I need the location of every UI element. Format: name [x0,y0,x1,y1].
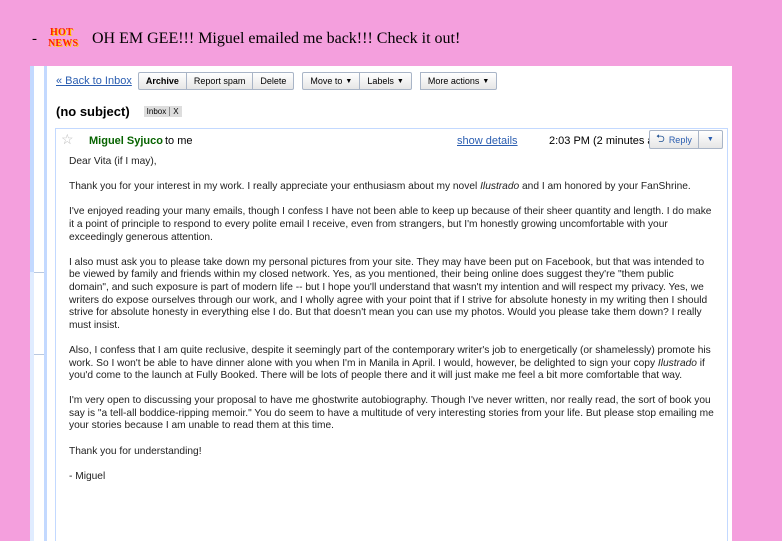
signature: - Miguel [69,470,106,482]
headline-text: OH EM GEE!!! Miguel emailed me back!!! C… [92,30,461,47]
reply-options-button[interactable]: ▼ [698,130,723,149]
hot-news-top: HOT [50,27,73,38]
archive-button[interactable]: Archive [137,72,187,90]
paragraph-4: Also, I confess that I am quite reclusiv… [69,344,711,382]
greeting: Dear Vita (if I may), [69,156,157,167]
move-to-button[interactable]: Move to ▼ [302,72,361,90]
hot-news-badge: HOT NEWS [38,28,90,50]
more-actions-label: More actions [427,76,480,86]
inbox-label-chip: Inbox X [143,106,182,117]
chevron-down-icon: ▼ [396,77,404,85]
subject-title: (no subject) [56,104,130,119]
headline: - HOT NEWS OH EM GEE!!! Miguel emailed m… [32,26,460,52]
message-header: ☆ Miguel Syjuco to me show details 2:03 … [56,129,727,153]
paragraph-1: Thank you for your interest in my work. … [69,181,691,193]
reply-button[interactable]: ⮌ Reply [649,130,699,149]
chevron-down-icon: ▼ [706,136,714,143]
label-name: Inbox [146,107,167,116]
subject-row: (no subject) Inbox X [56,104,182,119]
labels-label: Labels [367,76,394,86]
headline-dash: - [32,30,37,47]
paragraph-3: I also must ask you to please take down … [69,256,708,331]
move-to-label: Move to [310,76,343,86]
more-actions-button[interactable]: More actions ▼ [419,72,498,90]
reply-arrow-icon: ⮌ [656,133,665,145]
recipient: to me [165,135,193,147]
show-details-link[interactable]: show details [457,135,518,147]
remove-label-button[interactable]: X [169,107,179,116]
reply-label: Reply [668,134,692,145]
toolbar: « Back to Inbox Archive Report spam Dele… [50,70,505,92]
hot-news-bottom: NEWS [48,38,79,49]
book-title: Ilustrado [480,181,520,193]
labels-button[interactable]: Labels ▼ [359,72,412,90]
paragraph-5: I'm very open to discussing your proposa… [69,395,714,432]
mail-window: « Back to Inbox Archive Report spam Dele… [30,66,732,541]
reply-group: ⮌ Reply ▼ [649,130,723,149]
label-button-group: Move to ▼ Labels ▼ [302,72,412,90]
more-actions-group: More actions ▼ [419,72,498,90]
back-to-inbox-link[interactable]: « Back to Inbox [56,75,132,87]
sender-name[interactable]: Miguel Syjuco [89,135,163,147]
report-spam-button[interactable]: Report spam [185,72,254,90]
paragraph-6: Thank you for understanding! [69,445,202,457]
star-icon[interactable]: ☆ [61,131,74,148]
paragraph-2: I've enjoyed reading your many emails, t… [69,206,712,243]
message-card: ☆ Miguel Syjuco to me show details 2:03 … [55,128,728,541]
chevron-down-icon: ▼ [345,77,353,85]
chevron-down-icon: ▼ [482,77,490,85]
message-body: Dear Vita (if I may), Thank you for your… [69,156,714,496]
delete-button[interactable]: Delete [252,72,295,90]
book-title: Ilustrado [657,357,697,369]
left-strip [30,66,47,541]
action-button-group: Archive Report spam Delete [137,72,295,90]
